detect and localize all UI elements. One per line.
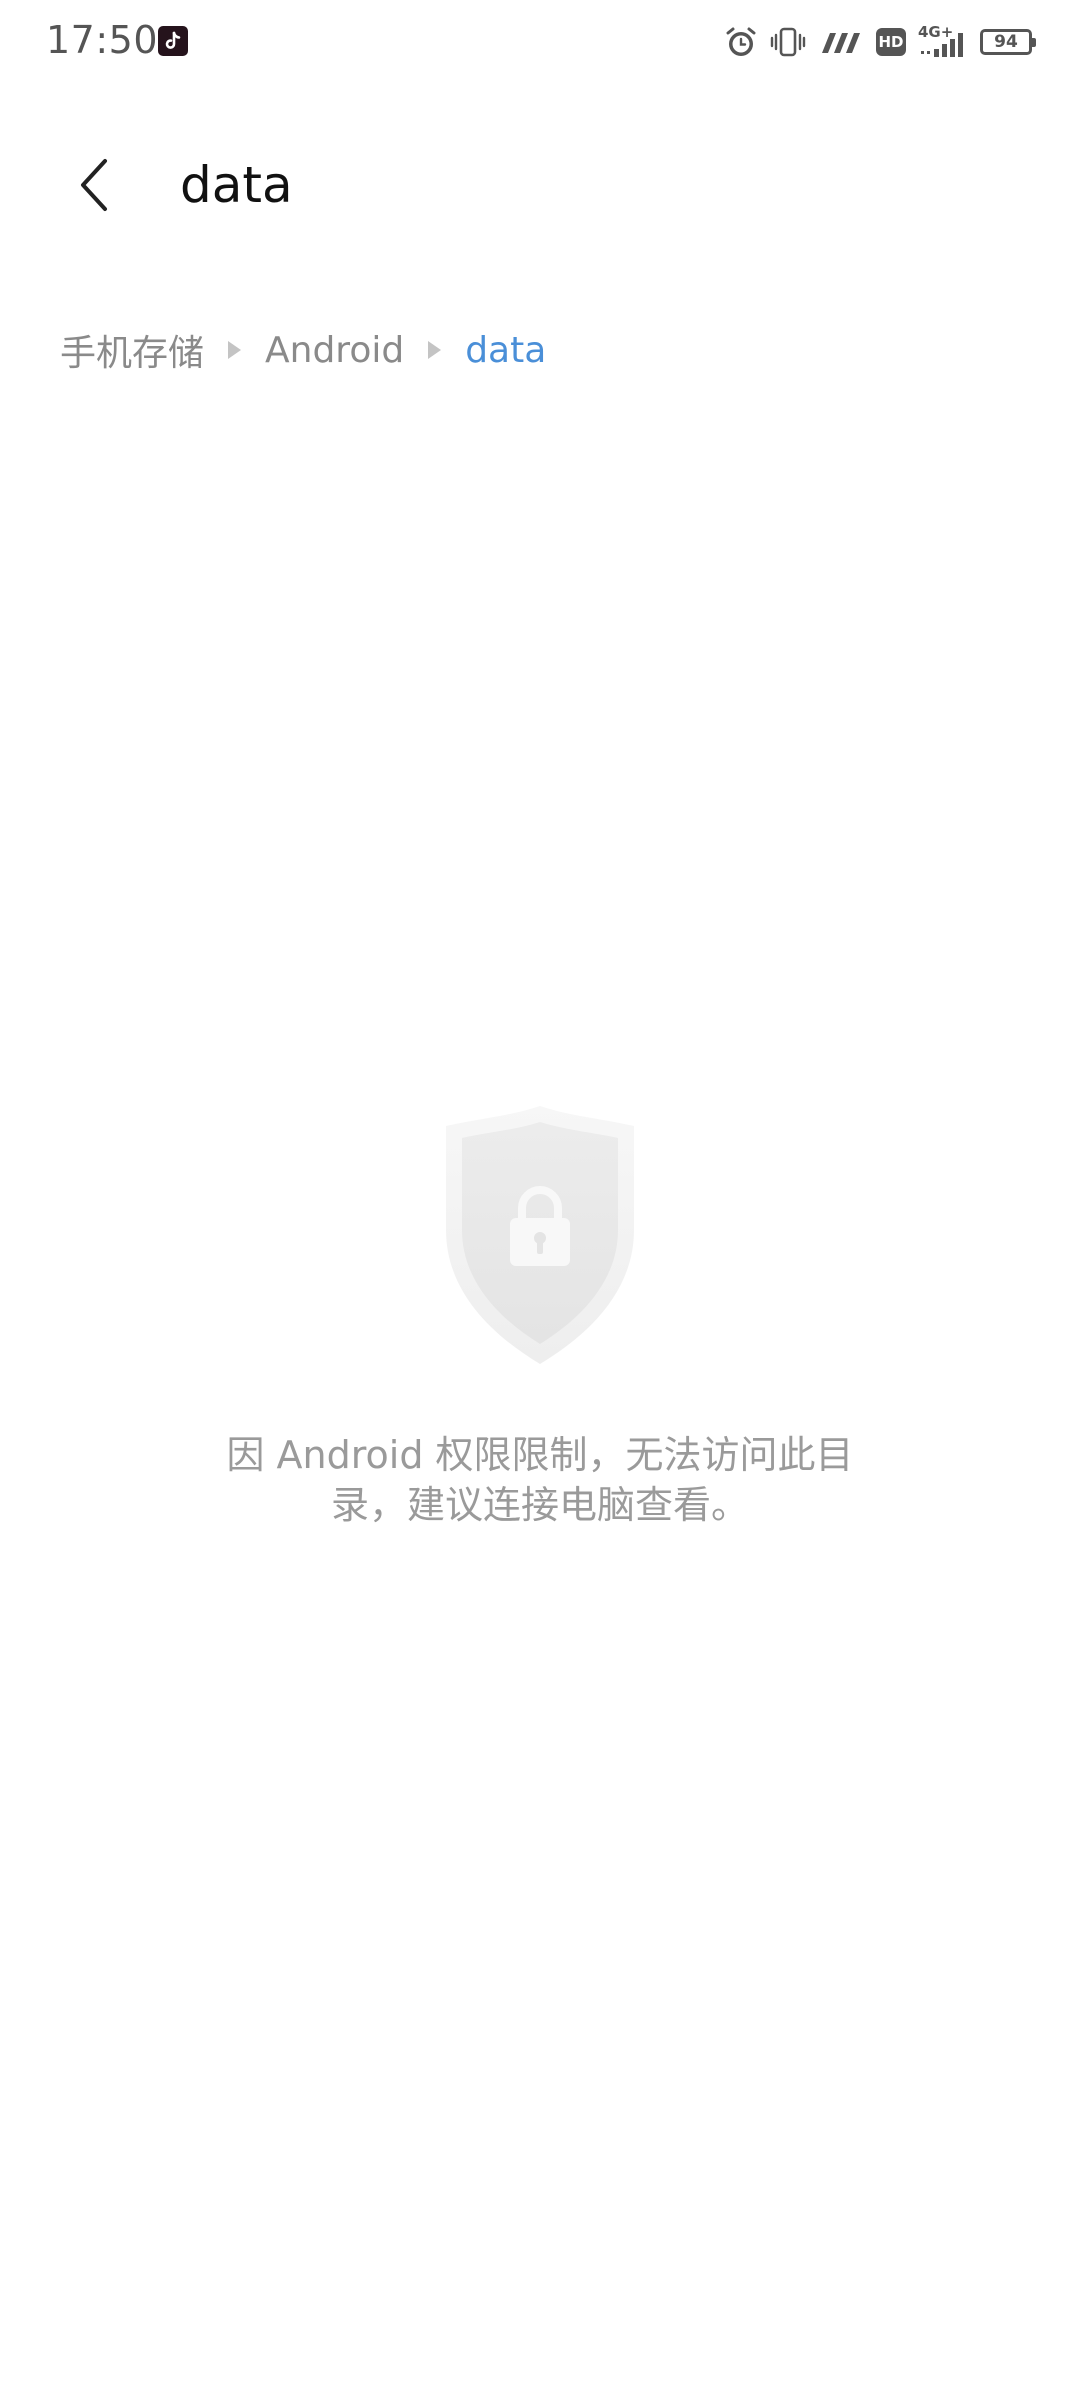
chevron-left-icon — [81, 159, 107, 211]
breadcrumb-item-phone-storage[interactable]: 手机存储 — [60, 324, 204, 376]
battery-level: 94 — [994, 31, 1018, 52]
battery-icon: 94 — [980, 29, 1036, 55]
vibrate-icon — [770, 27, 806, 57]
empty-state-message: 因 Android 权限限制，无法访问此目录，建议连接电脑查看。 — [226, 1433, 854, 1527]
status-icons: HD 4G+ 94 — [724, 20, 1036, 64]
status-bar: 17:50 HD 4G+ 94 — [0, 0, 1080, 84]
empty-state: 因 Android 权限限制，无法访问此目录，建议连接电脑查看。 — [0, 1100, 1080, 1530]
signal-icon — [822, 33, 860, 53]
breadcrumb-separator-icon — [228, 341, 242, 359]
status-time: 17:50 — [46, 18, 159, 62]
hd-icon: HD — [876, 28, 906, 56]
page-title: data — [180, 156, 293, 214]
alarm-icon — [726, 27, 756, 56]
back-button[interactable] — [62, 152, 128, 218]
breadcrumb: 手机存储 Android data — [60, 322, 546, 378]
tiktok-notification-icon — [158, 26, 188, 56]
breadcrumb-item-data[interactable]: data — [465, 330, 546, 371]
4g-signal-icon: 4G+ — [918, 23, 968, 59]
breadcrumb-item-android[interactable]: Android — [265, 330, 404, 371]
shield-lock-icon — [420, 1100, 660, 1370]
title-bar: data — [0, 120, 1080, 250]
breadcrumb-separator-icon — [428, 341, 442, 359]
